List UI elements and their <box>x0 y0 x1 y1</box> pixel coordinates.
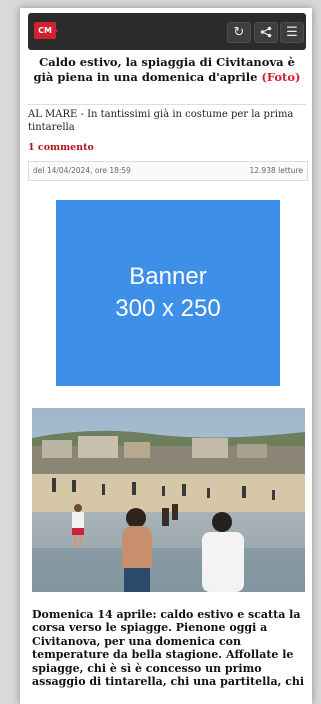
article-photo[interactable] <box>32 408 305 592</box>
article-meta-bar: del 14/04/2024, ore 18:59 12.938 letture <box>28 161 308 181</box>
share-icon <box>260 26 272 38</box>
logo-tail <box>52 25 58 37</box>
read-count: 12.938 letture <box>249 166 304 175</box>
ad-banner[interactable]: Banner 300 x 250 <box>56 200 280 386</box>
article-title-text: Caldo estivo, la spiaggia di Civitanova … <box>33 55 295 84</box>
menu-button[interactable]: ☰ <box>280 22 304 43</box>
top-navbar: CM ↻ ☰ <box>28 13 306 50</box>
article-title: Caldo estivo, la spiaggia di Civitanova … <box>28 55 306 85</box>
banner-line-2: 300 x 250 <box>115 295 221 322</box>
publish-date: del 14/04/2024, ore 18:59 <box>33 166 131 175</box>
refresh-button[interactable]: ↻ <box>227 22 251 43</box>
refresh-icon: ↻ <box>233 25 245 40</box>
share-button[interactable] <box>254 22 278 43</box>
hamburger-menu-icon: ☰ <box>286 25 298 40</box>
comments-link[interactable]: 1 commento <box>28 142 94 153</box>
article-subtitle: AL MARE - In tantissimi già in costume p… <box>28 104 306 134</box>
photo-tag[interactable]: (Foto) <box>261 70 300 84</box>
beach-photo-illustration <box>32 408 305 592</box>
article-body: Domenica 14 aprile: caldo estivo e scatt… <box>32 608 305 689</box>
banner-line-1: Banner <box>129 263 207 290</box>
mobile-page: CM ↻ ☰ Caldo estivo, la spiaggia di Civi… <box>20 8 312 704</box>
